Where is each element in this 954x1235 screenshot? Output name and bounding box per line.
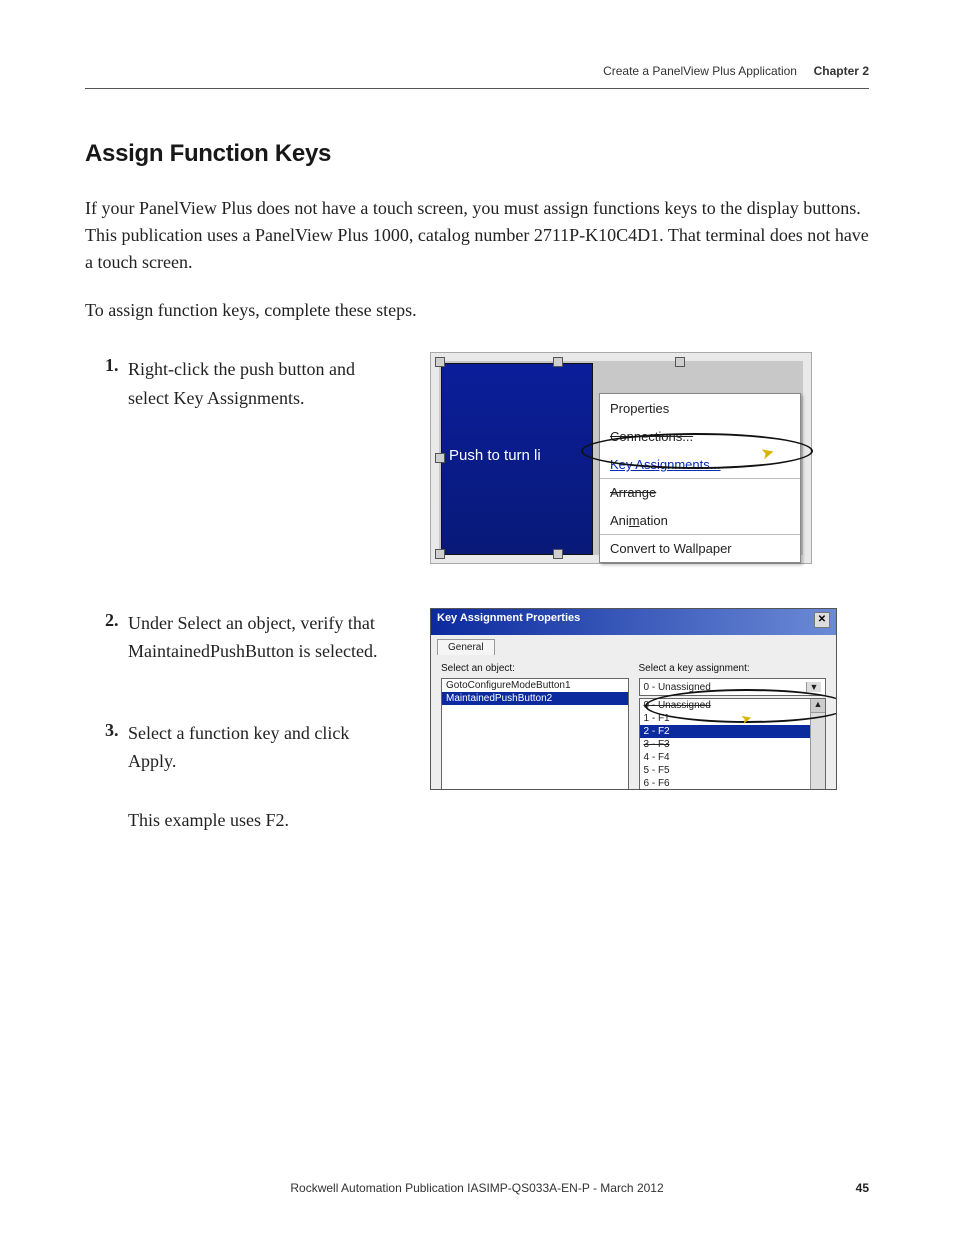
scrollbar[interactable]: ▲ bbox=[810, 699, 825, 789]
page-header: Create a PanelView Plus Application Chap… bbox=[603, 64, 869, 78]
list-item[interactable]: 1 - F1 bbox=[640, 712, 826, 725]
menu-item-arrange[interactable]: Arrange bbox=[600, 478, 800, 506]
tab-general[interactable]: General bbox=[437, 639, 495, 655]
resize-handle[interactable] bbox=[435, 357, 445, 367]
list-item[interactable]: 0 - Unassigned bbox=[640, 699, 826, 712]
lead-sentence: To assign function keys, complete these … bbox=[85, 300, 417, 321]
list-item-selected[interactable]: MaintainedPushButton2 bbox=[442, 692, 628, 705]
resize-handle[interactable] bbox=[435, 549, 445, 559]
menu-item-properties[interactable]: Properties bbox=[600, 394, 800, 422]
list-item[interactable]: 4 - F4 bbox=[640, 751, 826, 764]
context-menu: Properties Connections... Key Assignment… bbox=[599, 393, 801, 563]
push-button-label: Push to turn li bbox=[449, 447, 541, 464]
select-object-label: Select an object: bbox=[441, 663, 629, 674]
key-listbox[interactable]: ▲ 0 - Unassigned 1 - F1 2 - F2 3 - F3 4 … bbox=[639, 698, 827, 790]
dialog-title: Key Assignment Properties bbox=[437, 612, 580, 632]
menu-item-animation[interactable]: Animation bbox=[600, 506, 800, 534]
list-item[interactable]: 6 - F6 bbox=[640, 777, 826, 790]
step-2-number: 2. bbox=[105, 610, 119, 631]
combo-value: 0 - Unassigned bbox=[644, 682, 711, 693]
resize-handle[interactable] bbox=[435, 453, 445, 463]
resize-handle[interactable] bbox=[675, 357, 685, 367]
step-2-text: Under Select an object, verify that Main… bbox=[128, 610, 398, 666]
list-item[interactable]: GotoConfigureModeButton1 bbox=[442, 679, 628, 692]
scroll-up-icon[interactable]: ▲ bbox=[811, 699, 825, 713]
figure-key-assignment-dialog: Key Assignment Properties ✕ General Sele… bbox=[430, 608, 837, 790]
step-3-text: Select a function key and click Apply. bbox=[128, 720, 398, 776]
chapter-label: Chapter 2 bbox=[814, 64, 869, 78]
dialog-titlebar: Key Assignment Properties ✕ bbox=[431, 609, 836, 635]
key-combo[interactable]: 0 - Unassigned ▼ bbox=[639, 678, 827, 696]
section-heading: Assign Function Keys bbox=[85, 140, 331, 168]
list-item[interactable]: 5 - F5 bbox=[640, 764, 826, 777]
step-1-number: 1. bbox=[105, 355, 119, 376]
footer-text: Rockwell Automation Publication IASIMP-Q… bbox=[0, 1181, 954, 1195]
step-1-text: Right-click the push button and select K… bbox=[128, 355, 398, 413]
list-item-selected[interactable]: 2 - F2 bbox=[640, 725, 826, 738]
figure-context-menu: Push to turn li Properties Connections..… bbox=[430, 352, 812, 564]
menu-item-convert-wallpaper[interactable]: Convert to Wallpaper bbox=[600, 534, 800, 562]
resize-handle[interactable] bbox=[553, 357, 563, 367]
select-key-label: Select a key assignment: bbox=[639, 663, 827, 674]
resize-handle[interactable] bbox=[553, 549, 563, 559]
close-button[interactable]: ✕ bbox=[814, 612, 830, 628]
page-number: 45 bbox=[856, 1181, 869, 1195]
list-item[interactable]: 3 - F3 bbox=[640, 738, 826, 751]
header-rule bbox=[85, 88, 869, 89]
object-listbox[interactable]: GotoConfigureModeButton1 MaintainedPushB… bbox=[441, 678, 629, 790]
tab-row: General bbox=[431, 635, 836, 655]
breadcrumb-text: Create a PanelView Plus Application bbox=[603, 64, 797, 78]
step-3-note: This example uses F2. bbox=[128, 810, 398, 831]
chevron-down-icon[interactable]: ▼ bbox=[806, 682, 821, 692]
step-3-number: 3. bbox=[105, 720, 119, 741]
intro-paragraph: If your PanelView Plus does not have a t… bbox=[85, 195, 869, 276]
